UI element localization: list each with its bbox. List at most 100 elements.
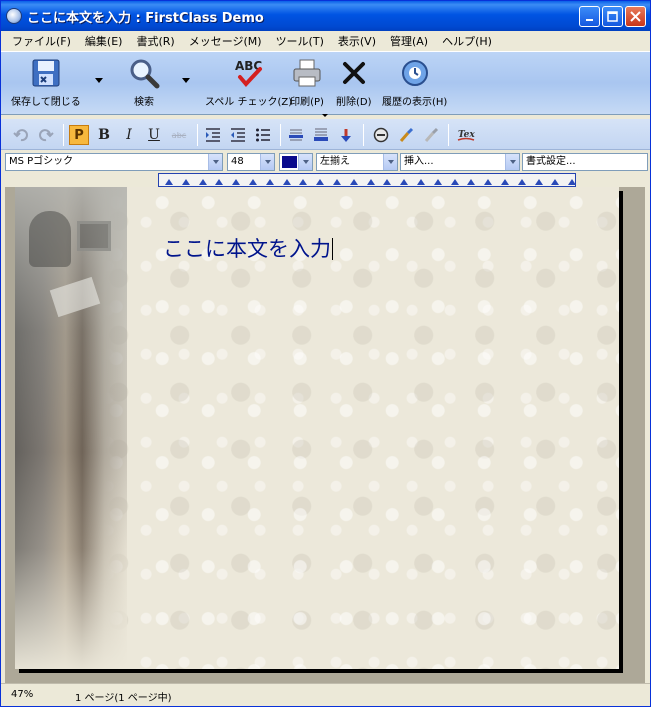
menu-message[interactable]: メッセージ(M): [182, 33, 269, 49]
menu-view[interactable]: 表示(V): [331, 33, 383, 49]
link-button[interactable]: [371, 125, 391, 145]
search-button[interactable]: 検索: [127, 56, 161, 108]
format-combo-row: MS Pゴシック 48 左揃え 挿入... 書式設定...: [1, 151, 650, 173]
history-button[interactable]: 履歴の表示(H): [382, 56, 447, 108]
ruler-tab-stop[interactable]: [282, 179, 291, 185]
ruler-tab-stop[interactable]: [165, 179, 173, 185]
italic-button[interactable]: I: [119, 125, 139, 145]
ruler[interactable]: [158, 173, 577, 187]
search-icon: [127, 56, 161, 90]
bold-button[interactable]: B: [94, 125, 114, 145]
ruler-tab-stop[interactable]: [198, 179, 207, 185]
ruler-tab-stop[interactable]: [484, 179, 493, 185]
document-body-text[interactable]: ここに本文を入力: [163, 233, 333, 263]
format-brush-button[interactable]: [396, 125, 416, 145]
brush-icon: [399, 127, 414, 142]
paragraph-button[interactable]: P: [69, 125, 89, 145]
arrow-down-icon: [341, 129, 351, 142]
ruler-tab-stop[interactable]: [417, 179, 425, 185]
insert-select[interactable]: 挿入...: [400, 153, 520, 171]
indent-button[interactable]: [203, 125, 223, 145]
print-label: 印刷(P): [290, 97, 324, 108]
spellcheck-button[interactable]: ABC スペル チェック(Z): [205, 56, 292, 108]
menu-tools[interactable]: ツール(T): [269, 33, 331, 49]
ruler-tab-stop[interactable]: [400, 179, 409, 185]
underline-icon: U: [148, 127, 160, 143]
toolbar-overflow-marker: [322, 114, 328, 117]
clear-format-button[interactable]: [421, 125, 441, 145]
menu-edit[interactable]: 編集(E): [78, 33, 130, 49]
font-size-value: 48: [231, 156, 244, 167]
menu-admin[interactable]: 管理(A): [383, 33, 435, 49]
ruler-tab-stop[interactable]: [433, 179, 442, 185]
font-size-select[interactable]: 48: [227, 153, 275, 171]
chevron-down-icon[interactable]: [208, 154, 222, 170]
body-text-content: ここに本文を入力: [163, 237, 331, 261]
chevron-down-icon[interactable]: [505, 154, 519, 170]
bold-icon: B: [98, 127, 110, 143]
ruler-tab-stop[interactable]: [232, 179, 241, 185]
outdent-button[interactable]: [228, 125, 248, 145]
print-button[interactable]: 印刷(P): [290, 56, 324, 108]
indent-icon: [206, 128, 220, 142]
history-label: 履歴の表示(H): [382, 97, 448, 108]
ruler-tab-stop[interactable]: [383, 179, 392, 185]
save-dropdown-arrow[interactable]: [95, 78, 103, 83]
insert-table-button[interactable]: [311, 125, 331, 145]
ruler-tab-stop[interactable]: [568, 179, 577, 185]
color-swatch: [282, 156, 297, 168]
ruler-tab-stop[interactable]: [316, 179, 325, 185]
text-color-select[interactable]: [279, 153, 313, 171]
document-page[interactable]: ここに本文を入力: [15, 187, 619, 669]
save-close-button[interactable]: 保存して閉じる: [11, 56, 81, 108]
minimize-icon: [585, 18, 593, 21]
undo-button[interactable]: [11, 125, 31, 145]
paragraph-icon: P: [74, 127, 84, 143]
chevron-down-icon[interactable]: [260, 154, 274, 170]
horizontal-rule-button[interactable]: [286, 125, 306, 145]
ruler-tab-stop[interactable]: [467, 179, 476, 185]
menu-help[interactable]: ヘルプ(H): [435, 33, 499, 49]
italic-icon: I: [126, 127, 132, 143]
search-dropdown-arrow[interactable]: [182, 78, 190, 83]
minimize-button[interactable]: [579, 6, 600, 27]
close-button[interactable]: [625, 6, 646, 27]
maximize-icon: [607, 11, 618, 22]
title-bar[interactable]: ここに本文を入力 : FirstClass Demo: [1, 1, 650, 31]
ruler-tab-stop[interactable]: [551, 179, 560, 185]
ruler-tab-stop[interactable]: [501, 179, 509, 185]
spellcheck-icon: ABC: [232, 56, 266, 90]
ruler-tab-stop[interactable]: [181, 179, 190, 185]
ruler-tab-stop[interactable]: [349, 179, 358, 185]
history-icon: [398, 56, 432, 90]
strikethrough-icon: abc: [171, 130, 187, 140]
stamp-button[interactable]: Tex: [456, 125, 476, 145]
ruler-tab-stop[interactable]: [333, 179, 341, 185]
ruler-tab-stop[interactable]: [517, 179, 526, 185]
ruler-tab-stop[interactable]: [366, 179, 375, 185]
style-select[interactable]: 書式設定...: [522, 153, 648, 171]
main-toolbar: 保存して閉じる 検索 ABC スペル チェック(Z) 印刷(P) 削除(D) 履…: [1, 51, 650, 115]
bullet-list-button[interactable]: [253, 125, 273, 145]
chevron-down-icon[interactable]: [298, 154, 312, 170]
save-icon: [29, 56, 63, 90]
ruler-tab-stop[interactable]: [299, 179, 308, 185]
delete-button[interactable]: 削除(D): [336, 56, 372, 108]
document-area: ここに本文を入力: [5, 187, 645, 683]
ruler-tab-stop[interactable]: [534, 179, 543, 185]
undo-icon: [13, 129, 28, 142]
ruler-tab-stop[interactable]: [249, 179, 257, 185]
font-select[interactable]: MS Pゴシック: [5, 153, 223, 171]
ruler-tab-stop[interactable]: [215, 179, 224, 185]
menu-format[interactable]: 書式(R): [129, 33, 181, 49]
underline-button[interactable]: U: [144, 125, 164, 145]
chevron-down-icon[interactable]: [383, 154, 397, 170]
redo-button[interactable]: [36, 125, 56, 145]
alignment-select[interactable]: 左揃え: [316, 153, 398, 171]
maximize-button[interactable]: [602, 6, 623, 27]
strikethrough-button[interactable]: abc: [169, 125, 189, 145]
download-button[interactable]: [336, 125, 356, 145]
ruler-tab-stop[interactable]: [450, 179, 459, 185]
menu-file[interactable]: ファイル(F): [5, 33, 78, 49]
ruler-tab-stop[interactable]: [265, 179, 274, 185]
